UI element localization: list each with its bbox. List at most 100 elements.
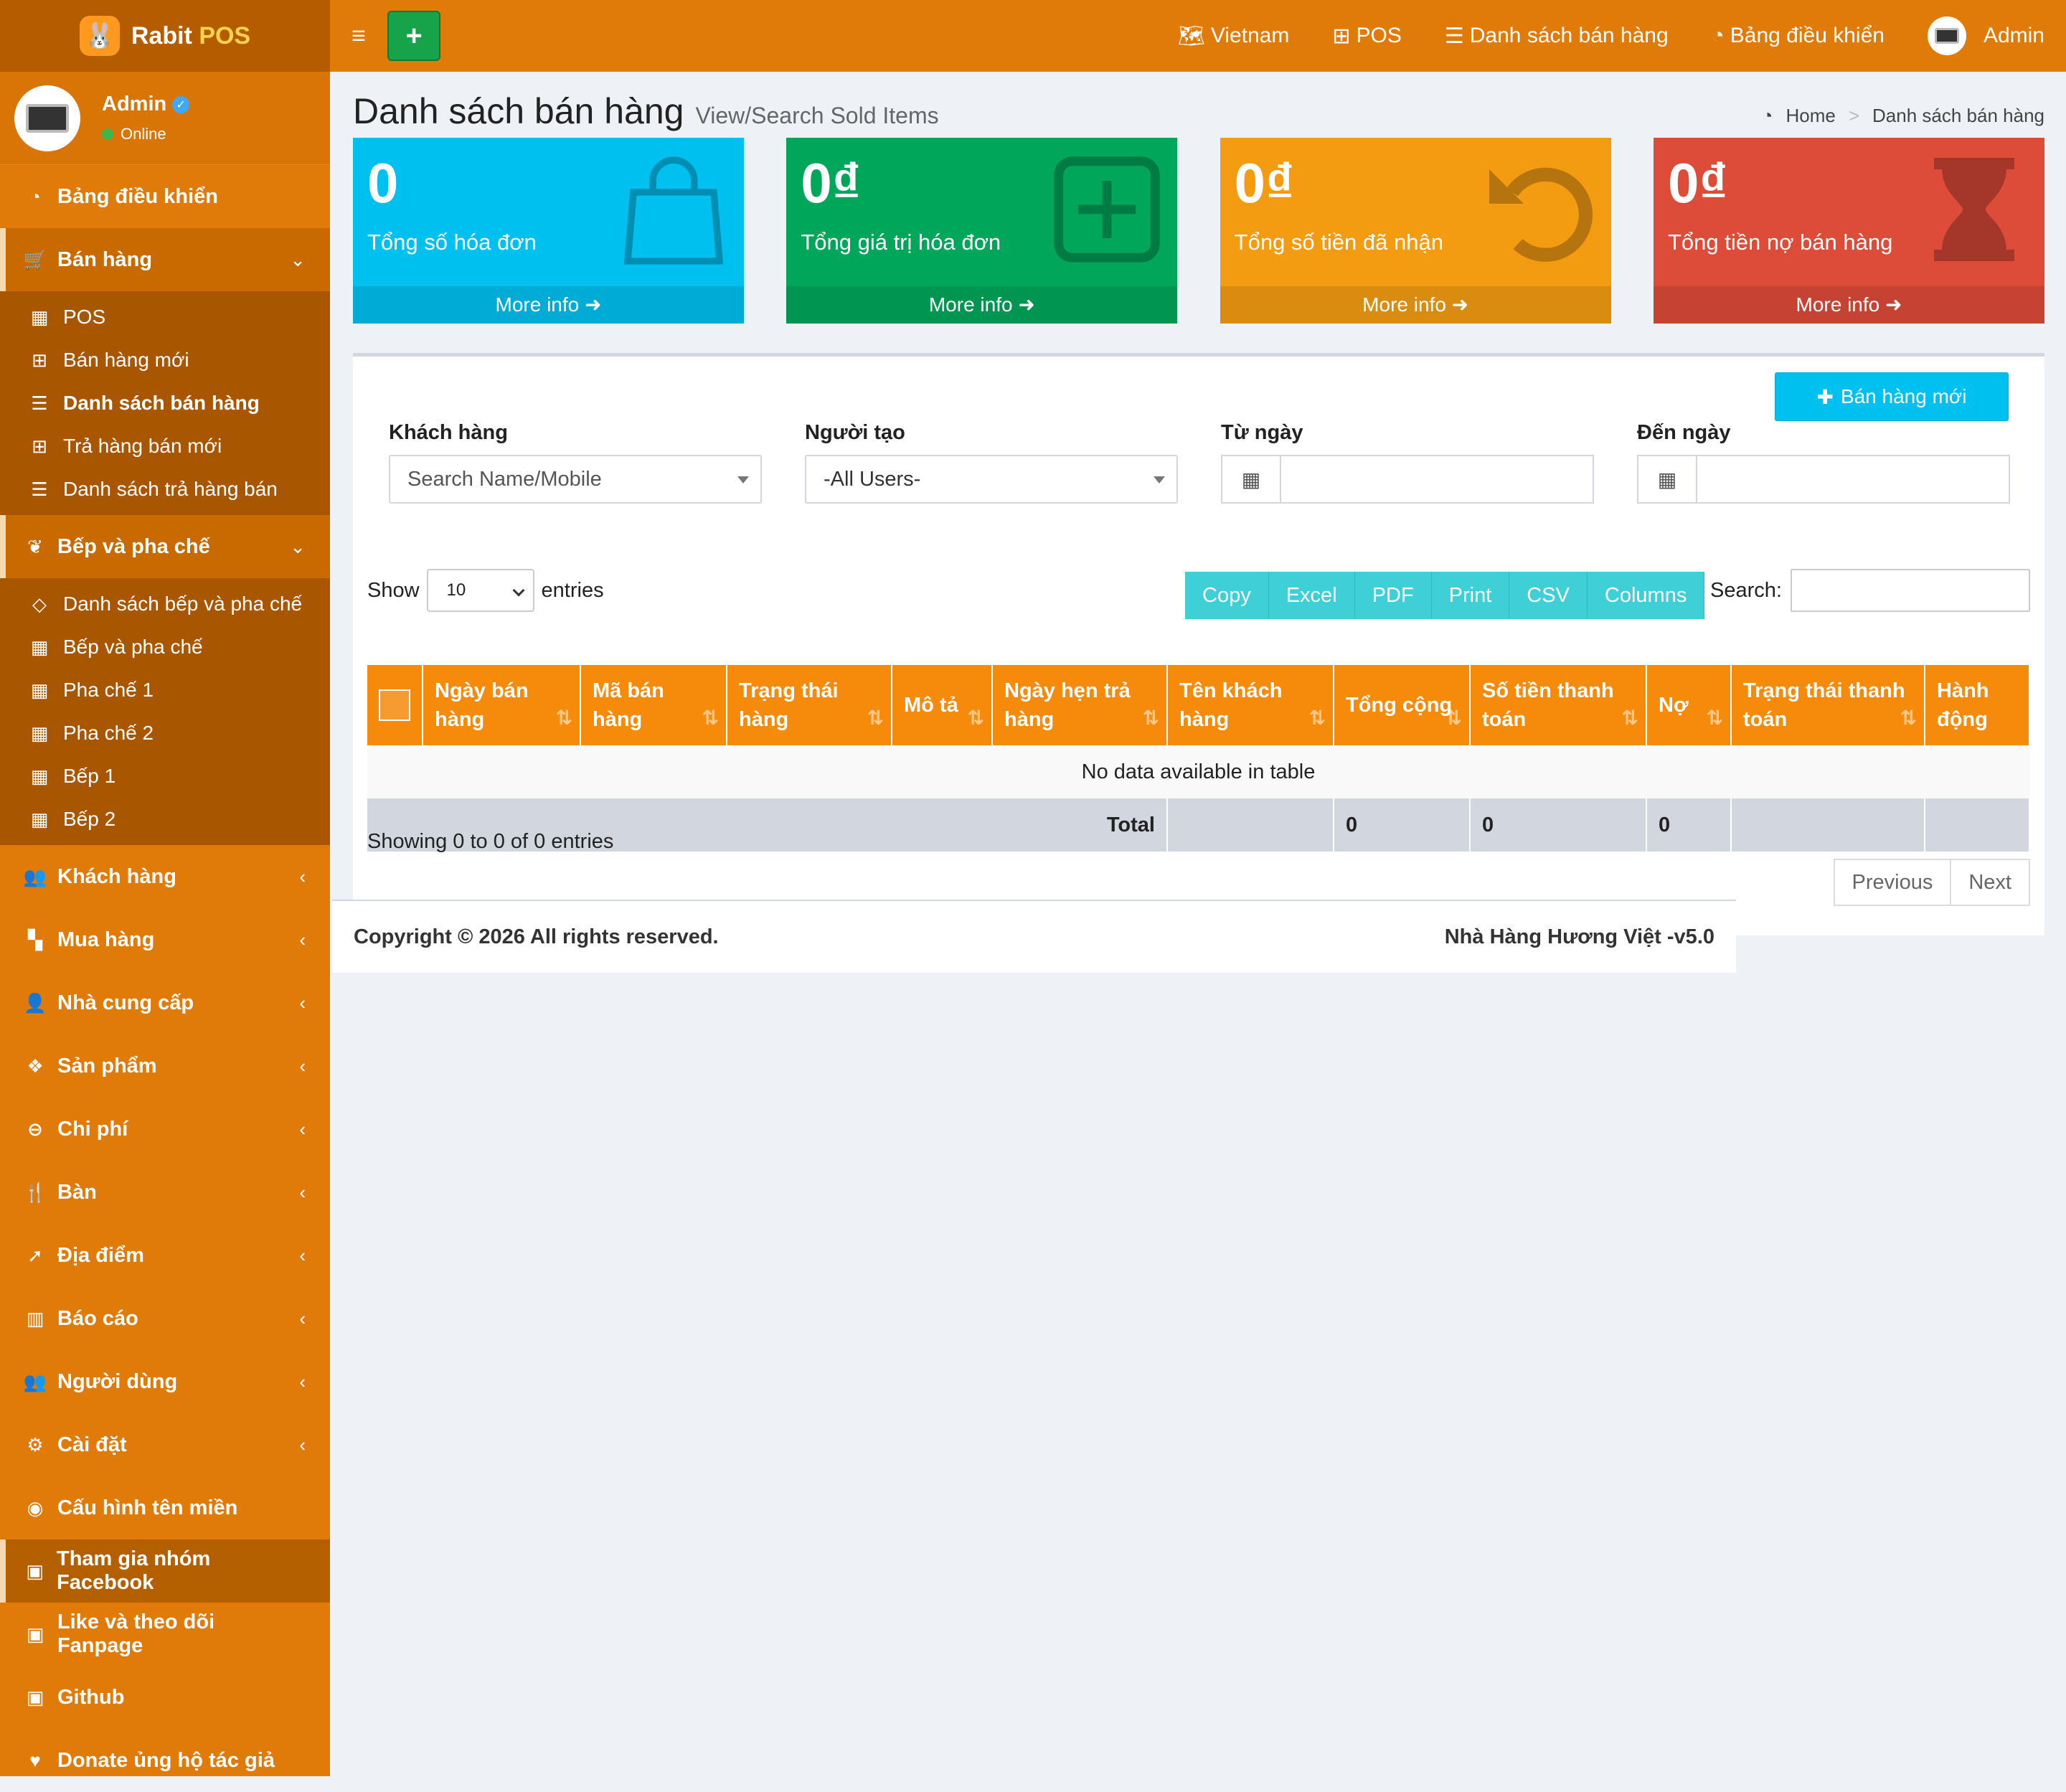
globe-icon: ◉ [27, 1496, 44, 1519]
users-icon: 👥 [23, 1370, 47, 1392]
print-button[interactable]: Print [1431, 572, 1510, 619]
columns-button[interactable]: Columns [1587, 572, 1705, 619]
excel-button[interactable]: Excel [1268, 572, 1355, 619]
sidebar-item-domain[interactable]: ◉ Cấu hình tên miền [0, 1476, 330, 1539]
column-header[interactable]: Ngày hẹn trả hàng ⇅ [992, 665, 1168, 745]
sidebar-subitem-sales-list[interactable]: ☰ Danh sách bán hàng [0, 382, 330, 425]
chevron-left-icon: ‹ [299, 1370, 306, 1392]
stat-box-invoice-count: 0 Tổng số hóa đơn More info ➜ [353, 138, 744, 324]
dashboard-icon: ◔ [29, 185, 41, 207]
sidebar-item-sales[interactable]: 🛒 Bán hàng ⌄ [0, 228, 330, 291]
sidebar-subitem-new-return[interactable]: ⊞ Trả hàng bán mới [0, 425, 330, 468]
breadcrumb-home[interactable]: Home [1786, 105, 1835, 127]
column-label: Ngày hẹn trả hàng [1004, 679, 1131, 731]
users-icon: 👥 [23, 865, 47, 887]
column-label: Tổng cộng [1346, 694, 1453, 717]
sidebar-subitem-bar-2[interactable]: ▦ Pha chế 2 [0, 712, 330, 755]
sidebar-item-customers[interactable]: 👥 Khách hàng ‹ [0, 845, 330, 908]
sidebar-subitem-kitchen[interactable]: ▦ Bếp và pha chế [0, 626, 330, 669]
select-all-checkbox[interactable] [379, 689, 410, 721]
customer-placeholder: Search Name/Mobile [407, 467, 602, 491]
sidebar-item-fanpage[interactable]: ▣ Like và theo dõi Fanpage [0, 1603, 330, 1666]
creator-select[interactable]: -All Users- [805, 455, 1178, 504]
topbar-pos-link[interactable]: ⊞ POS [1332, 24, 1402, 49]
calendar-icon: ▦ [1222, 456, 1281, 502]
copy-button[interactable]: Copy [1185, 572, 1269, 619]
sidebar-item-dashboard[interactable]: ◔ Bảng điều khiển [0, 165, 330, 228]
new-sale-label: Bán hàng mới [1840, 385, 1967, 407]
select-all-header [367, 665, 423, 745]
sidebar-subitem-pos[interactable]: ▦ POS [0, 296, 330, 339]
column-header[interactable]: Tổng cộng ⇅ [1334, 665, 1471, 745]
sidebar-item-expenses[interactable]: ⊖ Chi phí ‹ [0, 1098, 330, 1161]
sidebar-item-settings[interactable]: ⚙ Cài đặt ‹ [0, 1413, 330, 1476]
sidebar-subitem-kitchen-list[interactable]: ◇ Danh sách bếp và pha chế [0, 583, 330, 626]
topbar-sales-list-link[interactable]: ☰ Danh sách bán hàng [1445, 24, 1669, 49]
column-header[interactable]: Ngày bán hàng ⇅ [423, 665, 581, 745]
column-label: Tên khách hàng [1179, 679, 1283, 731]
user-label: Admin [1983, 24, 2044, 47]
more-info-label: More info [1796, 293, 1880, 316]
more-info-link[interactable]: More info ➜ [1653, 286, 2044, 324]
column-header[interactable]: Nợ ⇅ [1646, 665, 1732, 745]
avatar [14, 85, 80, 151]
sidebar-subitem-new-sale[interactable]: ⊞ Bán hàng mới [0, 339, 330, 382]
next-page-button[interactable]: Next [1951, 859, 2030, 906]
sidebar-item-suppliers[interactable]: 👤 Nhà cung cấp ‹ [0, 971, 330, 1034]
hamburger-menu-icon[interactable]: ≡ [330, 22, 387, 50]
csv-button[interactable]: CSV [1509, 572, 1588, 619]
sidebar-item-github[interactable]: ▣ Github [0, 1666, 330, 1729]
cubes-icon: ❖ [27, 1055, 44, 1077]
column-header[interactable]: Mã bán hàng ⇅ [580, 665, 727, 745]
table-icon: ▦ [30, 636, 49, 658]
sort-icon: ⇅ [1621, 707, 1638, 729]
leaf-icon: ❦ [27, 535, 43, 557]
to-date-input[interactable] [1697, 456, 2009, 502]
more-info-link[interactable]: More info ➜ [786, 286, 1178, 324]
briefcase-icon: ▣ [26, 1560, 44, 1582]
page-length-select[interactable]: 10 [426, 569, 534, 612]
search-input[interactable] [1791, 569, 2030, 612]
quick-add-button[interactable]: + [387, 11, 440, 61]
sidebar-subitem-kitchen-1[interactable]: ▦ Bếp 1 [0, 755, 330, 798]
sidebar-item-label: Donate ủng hộ tác giả [57, 1748, 275, 1772]
sidebar-item-label: Bàn [57, 1180, 97, 1204]
column-header[interactable]: Trạng thái thanh toán ⇅ [1731, 665, 1925, 745]
chevron-left-icon: ‹ [299, 1307, 306, 1329]
sidebar-subitem-kitchen-2[interactable]: ▦ Bếp 2 [0, 798, 330, 841]
sidebar-item-users[interactable]: 👥 Người dùng ‹ [0, 1350, 330, 1413]
new-sale-button[interactable]: ✚ Bán hàng mới [1775, 372, 2009, 421]
sidebar-item-products[interactable]: ❖ Sản phẩm ‹ [0, 1034, 330, 1098]
column-header[interactable]: Mô tả ⇅ [892, 665, 993, 745]
pagination: Previous Next [1833, 859, 2030, 906]
sidebar-item-donate[interactable]: ♥ Donate ủng hộ tác giả [0, 1729, 330, 1792]
more-info-link[interactable]: More info ➜ [353, 286, 744, 324]
stat-label: Tổng số tiền đã nhận [1234, 230, 1443, 255]
sidebar-subitem-return-list[interactable]: ☰ Danh sách trả hàng bán [0, 468, 330, 511]
sidebar-item-facebook[interactable]: ▣ Tham gia nhóm Facebook [0, 1539, 330, 1603]
pdf-button[interactable]: PDF [1354, 572, 1432, 619]
sidebar-item-locations[interactable]: ➚ Địa điểm ‹ [0, 1224, 330, 1287]
sidebar-item-purchases[interactable]: ▚ Mua hàng ‹ [0, 908, 330, 971]
brand-logo[interactable]: 🐰 Rabit POS [0, 0, 330, 72]
chevron-left-icon: ‹ [299, 1055, 306, 1077]
sidebar-item-kitchen[interactable]: ❦ Bếp và pha chế ⌄ [0, 515, 330, 578]
topbar-dashboard-link[interactable]: ◔ Bảng điều khiển [1712, 24, 1885, 48]
language-selector[interactable]: 🗺 Vietnam [1178, 24, 1290, 49]
sidebar-item-reports[interactable]: ▥ Báo cáo ‹ [0, 1287, 330, 1350]
app-version: Nhà Hàng Hương Việt -v5.0 [1444, 925, 1714, 948]
column-header[interactable]: Số tiền thanh toán ⇅ [1470, 665, 1647, 745]
from-date-input[interactable] [1281, 456, 1593, 502]
topbar-user-menu[interactable]: Admin [1927, 16, 2044, 55]
table-info: Showing 0 to 0 of 0 entries [367, 830, 614, 853]
total-paid: 0 [1470, 798, 1647, 852]
plus-square-icon: ⊞ [1332, 24, 1351, 48]
column-header[interactable]: Tên khách hàng ⇅ [1167, 665, 1334, 745]
customer-select[interactable]: Search Name/Mobile [389, 455, 762, 504]
sidebar-item-label: Bán hàng [57, 247, 153, 271]
sidebar-subitem-bar-1[interactable]: ▦ Pha chế 1 [0, 669, 330, 712]
more-info-link[interactable]: More info ➜ [1220, 286, 1611, 324]
column-header[interactable]: Trạng thái hàng ⇅ [727, 665, 892, 745]
previous-page-button[interactable]: Previous [1833, 859, 1952, 906]
sidebar-item-tables[interactable]: 🍴 Bàn ‹ [0, 1161, 330, 1224]
